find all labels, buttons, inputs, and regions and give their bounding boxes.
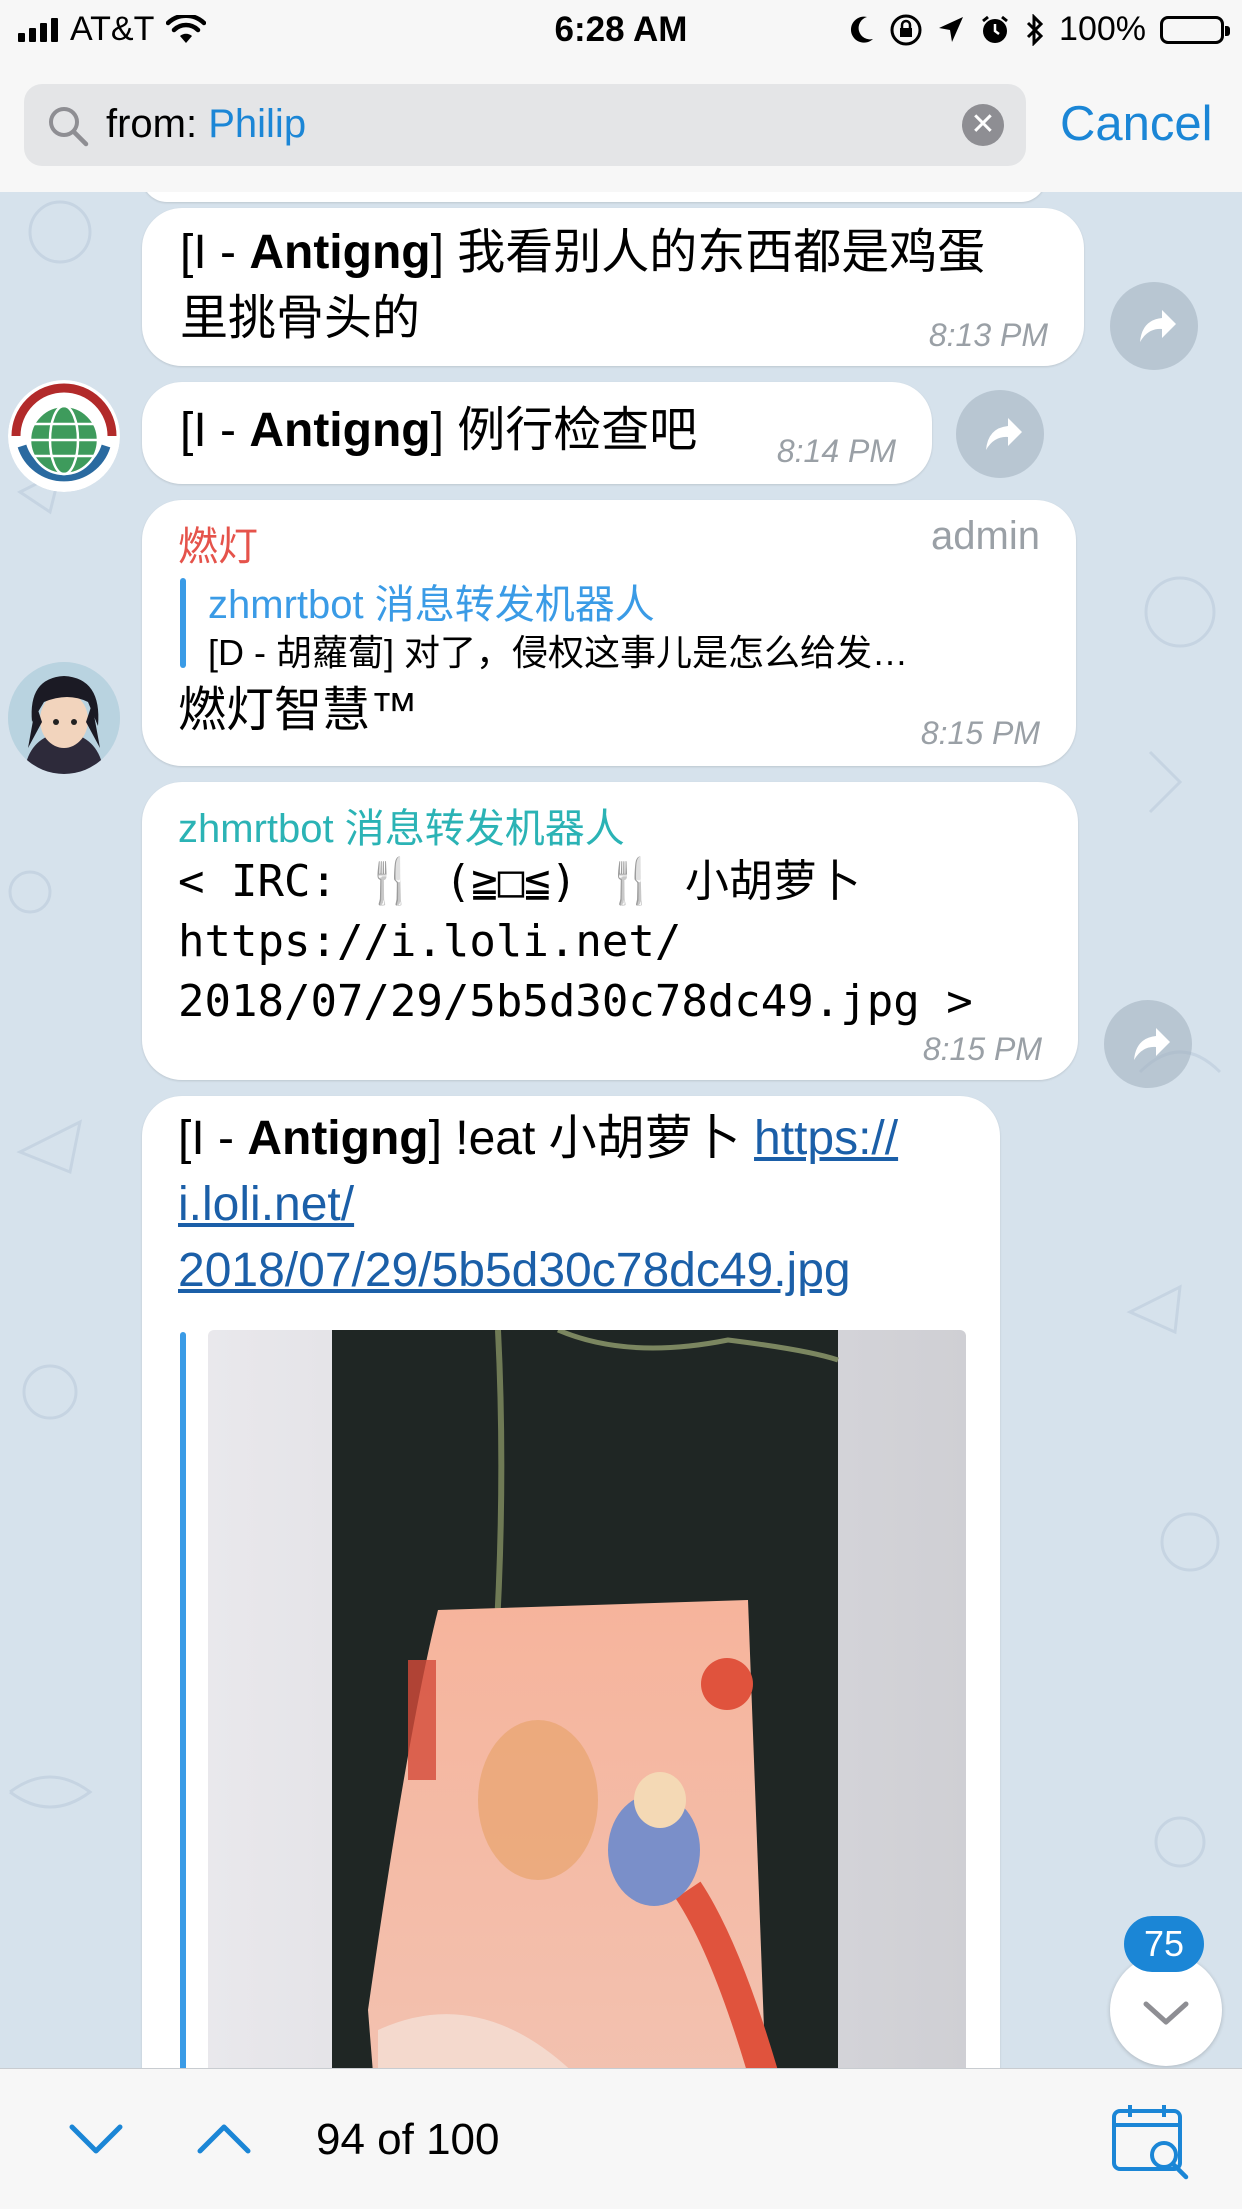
cancel-button[interactable]: Cancel <box>1060 96 1213 152</box>
message-text-line: 里挑骨头的 <box>180 292 421 345</box>
search-prefix: from: <box>106 102 209 146</box>
author-prefix: [I - <box>178 1112 248 1165</box>
sender-name: 燃灯 <box>178 525 258 569</box>
forward-button[interactable] <box>1104 1000 1192 1088</box>
alarm-icon <box>982 15 1008 43</box>
message-bubble[interactable]: [I - Antigng] 我看别人的东西都是鸡蛋 里挑骨头的 8:13 PM <box>142 208 1084 366</box>
share-arrow-icon <box>1140 310 1176 342</box>
forward-button[interactable] <box>1110 282 1198 370</box>
calendar-search-icon[interactable] <box>1110 2101 1192 2181</box>
message-text-line: 2018/07/29/5b5d30c78dc49.jpg > <box>178 976 973 1027</box>
search-query-value: Philip <box>208 102 307 146</box>
message-text: [I - Antigng] 例行检查吧 <box>180 398 697 464</box>
share-arrow-icon <box>986 418 1022 450</box>
search-query: from: Philip <box>106 102 306 147</box>
previous-message-bubble <box>142 192 1046 202</box>
message-link[interactable]: 2018/07/29/5b5d30c78dc49.jpg <box>178 1244 851 1297</box>
battery-percent: 100% <box>1059 10 1146 48</box>
author-name: Antigng <box>249 226 431 279</box>
author-name: Antigng <box>247 1112 429 1165</box>
message-time: 8:15 PM <box>922 1031 1042 1067</box>
message-link[interactable]: https:// <box>754 1112 898 1165</box>
author-prefix: [I - <box>180 226 250 279</box>
reply-sender-name[interactable]: zhmrtbot 消息转发机器人 <box>208 572 655 630</box>
moon-icon <box>851 16 874 43</box>
bluetooth-icon <box>1026 13 1044 46</box>
message-time: 8:14 PM <box>776 433 896 469</box>
chat-area[interactable]: [I - Antigng] 我看别人的东西都是鸡蛋 里挑骨头的 8:13 PM … <box>0 192 1242 2068</box>
status-bar: AT&T 6:28 AM 100% <box>0 0 1242 62</box>
message-text: [I - Antigng] !eat 小胡萝卜 https:// i.loli.… <box>178 1106 978 1304</box>
message-text-line: !eat 小胡萝卜 <box>455 1112 755 1165</box>
message-text-line: 我看别人的东西都是鸡蛋 <box>457 226 986 279</box>
message-time: 8:13 PM <box>928 317 1048 353</box>
message-bubble[interactable]: [I - Antigng] !eat 小胡萝卜 https:// i.loli.… <box>142 1096 1000 2068</box>
search-bar: from: Philip ✕ Cancel <box>0 62 1242 193</box>
message-bubble[interactable]: zhmrtbot 消息转发机器人 < IRC: 🍴 (≧□≦) 🍴 小胡萝卜 h… <box>142 782 1078 1080</box>
admin-badge: admin <box>931 514 1040 558</box>
reply-text[interactable]: [D - 胡蘿蔔] 对了，侵权这事儿是怎么给发… <box>208 624 908 676</box>
previous-result-chevron-up-icon[interactable] <box>194 2113 254 2163</box>
author-name: Antigng <box>249 404 431 457</box>
message-text: 燃灯智慧™ <box>178 684 419 737</box>
rotation-lock-icon <box>890 14 922 45</box>
anime-avatar-icon <box>8 662 120 774</box>
snack-photo-image <box>208 1330 966 2068</box>
search-input[interactable]: from: Philip ✕ <box>24 84 1026 166</box>
link-preview-image[interactable] <box>208 1330 966 2068</box>
unread-badge: 75 <box>1124 1916 1204 1972</box>
author-suffix: ] <box>430 226 458 279</box>
message-text-line: 例行检查吧 <box>457 404 698 457</box>
reply-quote-bar <box>180 578 186 668</box>
message-link[interactable]: i.loli.net/ <box>178 1178 354 1231</box>
status-right: 100% <box>849 10 1230 49</box>
next-result-chevron-down-icon[interactable] <box>66 2113 126 2163</box>
avatar-user[interactable] <box>8 662 120 774</box>
author-prefix: [I - <box>180 404 250 457</box>
location-icon <box>939 16 964 42</box>
message-bubble[interactable]: 燃灯 admin zhmrtbot 消息转发机器人 [D - 胡蘿蔔] 对了，侵… <box>142 500 1076 766</box>
battery-icon <box>1160 15 1230 44</box>
search-icon <box>49 107 89 147</box>
message-bubble[interactable]: [I - Antigng] 例行检查吧 8:14 PM <box>142 382 932 484</box>
share-arrow-icon <box>1134 1028 1170 1060</box>
forward-button[interactable] <box>956 390 1044 478</box>
result-counter: 94 of 100 <box>316 2115 500 2164</box>
link-preview-bar <box>180 1332 186 2068</box>
author-suffix: ] <box>428 1112 456 1165</box>
search-results-bar: 94 of 100 <box>0 2068 1242 2209</box>
sender-name: zhmrtbot 消息转发机器人 <box>178 807 625 851</box>
message-text-line: https://i.loli.net/ <box>178 916 682 967</box>
wikimedia-logo-icon <box>8 380 120 492</box>
clear-search-button[interactable]: ✕ <box>962 104 1004 146</box>
avatar-wikimedia[interactable] <box>8 380 120 492</box>
message-text-line: < IRC: 🍴 (≧□≦) 🍴 小胡萝卜 <box>178 856 861 907</box>
author-suffix: ] <box>430 404 458 457</box>
message-time: 8:15 PM <box>920 715 1040 751</box>
